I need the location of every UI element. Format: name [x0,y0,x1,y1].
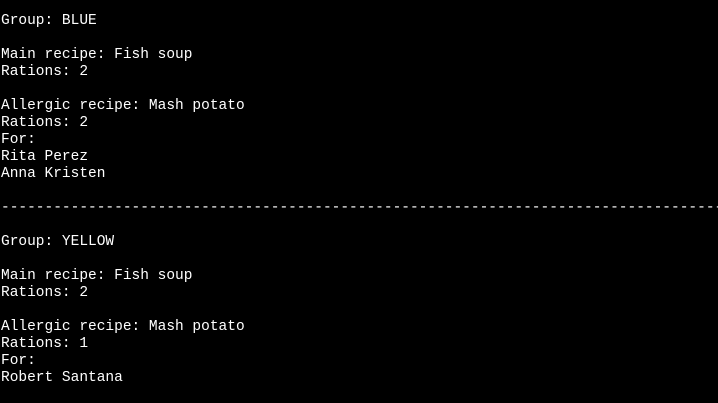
main-rations-line: Rations: 2 [1,64,89,80]
person-name: Anna Kristen [1,166,106,182]
person-name: Robert Santana [1,370,123,386]
for-label: For: [1,132,36,148]
terminal-window: Group: BLUE Main recipe: Fish soup Ratio… [0,0,718,403]
person-name: Rita Perez [1,149,89,165]
main-recipe-line: Main recipe: Fish soup [1,268,193,284]
allergic-rations-line: Rations: 1 [1,336,89,352]
group-heading: Group: YELLOW [1,234,115,250]
allergic-recipe-line: Allergic recipe: Mash potato [1,98,245,114]
main-rations-line: Rations: 2 [1,285,89,301]
main-recipe-line: Main recipe: Fish soup [1,47,193,63]
allergic-recipe-line: Allergic recipe: Mash potato [1,319,245,335]
for-label: For: [1,353,36,369]
separator-line: ----------------------------------------… [1,200,718,216]
group-heading: Group: BLUE [1,13,97,29]
allergic-rations-line: Rations: 2 [1,115,89,131]
